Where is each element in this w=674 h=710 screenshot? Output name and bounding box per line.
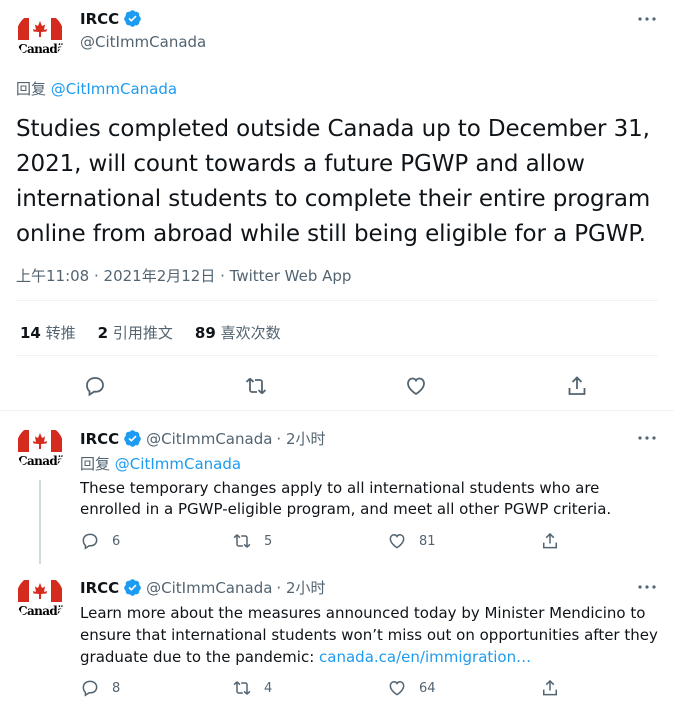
reply-count: 6 bbox=[112, 533, 121, 549]
like-icon[interactable] bbox=[404, 374, 428, 398]
reply-text: Learn more about the measures announced … bbox=[80, 602, 660, 668]
share-icon[interactable] bbox=[540, 678, 560, 698]
likes-stat[interactable]: 89 喜欢次数 bbox=[195, 322, 281, 343]
like-count: 81 bbox=[419, 533, 436, 549]
reply-header: IRCC @CitImmCanada · 2小时 bbox=[80, 577, 326, 598]
retweet-count: 5 bbox=[264, 533, 273, 549]
avatar-wordmark: Canadä bbox=[18, 42, 64, 56]
retweet-icon bbox=[233, 681, 251, 695]
author-handle[interactable]: @CitImmCanada bbox=[146, 579, 272, 597]
thread-line bbox=[39, 480, 41, 564]
reply-button[interactable]: 8 bbox=[80, 678, 120, 698]
verified-badge-icon bbox=[124, 430, 141, 447]
more-options-icon[interactable] bbox=[635, 575, 659, 599]
retweet-button[interactable]: 4 bbox=[232, 678, 272, 698]
quotes-stat[interactable]: 2 引用推文 bbox=[98, 322, 173, 343]
share-icon[interactable] bbox=[565, 374, 589, 398]
canada-flag-icon bbox=[18, 580, 62, 602]
divider bbox=[16, 300, 658, 301]
reply-time[interactable]: · 2小时 bbox=[276, 577, 325, 598]
canada-flag-icon bbox=[18, 18, 62, 40]
author-name[interactable]: IRCC bbox=[80, 430, 119, 448]
retweet-count: 4 bbox=[264, 680, 273, 696]
tweet-timestamp[interactable]: 上午11:08 · 2021年2月12日 · Twitter Web App bbox=[16, 265, 351, 286]
like-button[interactable]: 64 bbox=[387, 678, 436, 698]
retweet-icon[interactable] bbox=[244, 374, 268, 398]
author-handle[interactable]: @CitImmCanada bbox=[80, 33, 206, 51]
reply-to-link[interactable]: @CitImmCanada bbox=[51, 80, 177, 98]
main-avatar[interactable]: Canadä bbox=[16, 12, 64, 60]
tweet-text: Studies completed outside Canada up to D… bbox=[16, 116, 651, 247]
divider bbox=[0, 410, 674, 411]
like-count: 64 bbox=[419, 680, 436, 696]
reply-prefix: 回复 bbox=[16, 80, 47, 98]
verified-badge-icon bbox=[124, 10, 141, 27]
main-author-row: IRCC bbox=[80, 9, 142, 28]
reply-icon[interactable] bbox=[83, 374, 107, 398]
like-button[interactable]: 81 bbox=[387, 531, 436, 551]
reply-icon bbox=[82, 533, 98, 550]
canada-flag-icon bbox=[18, 430, 62, 452]
share-icon[interactable] bbox=[540, 531, 560, 551]
verified-badge-icon bbox=[124, 579, 141, 596]
author-name[interactable]: IRCC bbox=[80, 579, 119, 597]
reply-context: 回复 @CitImmCanada bbox=[16, 78, 177, 99]
avatar-wordmark: Canadä bbox=[18, 454, 64, 468]
more-options-icon[interactable] bbox=[635, 426, 659, 450]
retweet-button[interactable]: 5 bbox=[232, 531, 272, 551]
reply-icon bbox=[82, 680, 98, 697]
tweet-stats: 14 转推 2 引用推文 89 喜欢次数 bbox=[20, 322, 281, 343]
more-options-icon[interactable] bbox=[635, 7, 659, 31]
reply-time[interactable]: · 2小时 bbox=[276, 428, 325, 449]
retweet-icon bbox=[233, 534, 251, 548]
external-link[interactable]: canada.ca/en/immigration… bbox=[319, 648, 531, 666]
retweets-stat[interactable]: 14 转推 bbox=[20, 322, 76, 343]
reply-context: 回复 @CitImmCanada bbox=[80, 453, 241, 474]
reply-header: IRCC @CitImmCanada · 2小时 bbox=[80, 428, 326, 449]
reply-avatar[interactable]: Canadä bbox=[16, 424, 64, 472]
like-icon bbox=[389, 533, 405, 549]
reply-count: 8 bbox=[112, 680, 121, 696]
reply-prefix: 回复 bbox=[80, 455, 111, 473]
reply-button[interactable]: 6 bbox=[80, 531, 120, 551]
author-name[interactable]: IRCC bbox=[80, 10, 119, 28]
like-icon bbox=[389, 680, 405, 696]
reply-to-link[interactable]: @CitImmCanada bbox=[115, 455, 241, 473]
author-handle[interactable]: @CitImmCanada bbox=[146, 430, 272, 448]
divider bbox=[16, 355, 658, 356]
reply-avatar[interactable]: Canadä bbox=[16, 574, 64, 622]
avatar-wordmark: Canadä bbox=[18, 604, 64, 618]
reply-text: These temporary changes apply to all int… bbox=[80, 479, 612, 518]
